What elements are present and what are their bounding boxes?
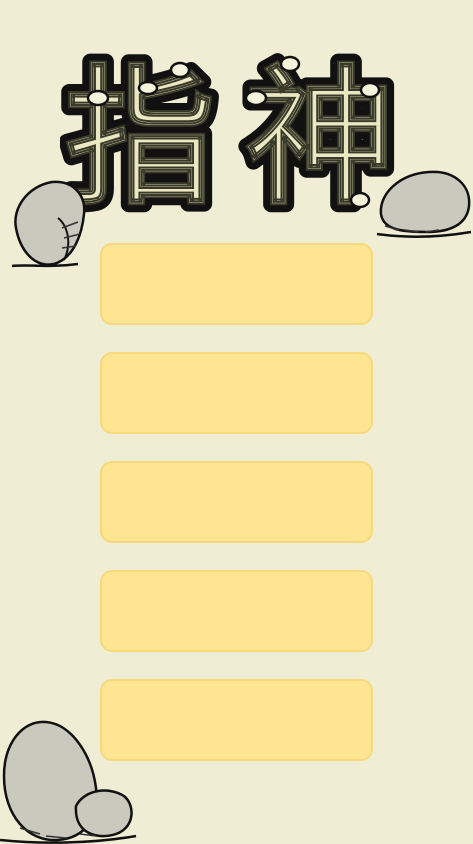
game-title-logo: 指 神 指 神 bbox=[60, 40, 420, 230]
menu-button-4[interactable] bbox=[100, 570, 373, 652]
main-menu bbox=[100, 243, 373, 788]
rock-decoration-right bbox=[375, 168, 473, 240]
game-screen: 指 神 指 神 bbox=[0, 0, 473, 844]
menu-button-3[interactable] bbox=[100, 461, 373, 543]
menu-button-5[interactable] bbox=[100, 679, 373, 761]
menu-button-2[interactable] bbox=[100, 352, 373, 434]
title-graphic: 指 神 指 神 bbox=[60, 44, 403, 230]
rock-decoration-left bbox=[8, 178, 90, 270]
menu-button-1[interactable] bbox=[100, 243, 373, 325]
title-char-2: 神 bbox=[245, 52, 395, 226]
